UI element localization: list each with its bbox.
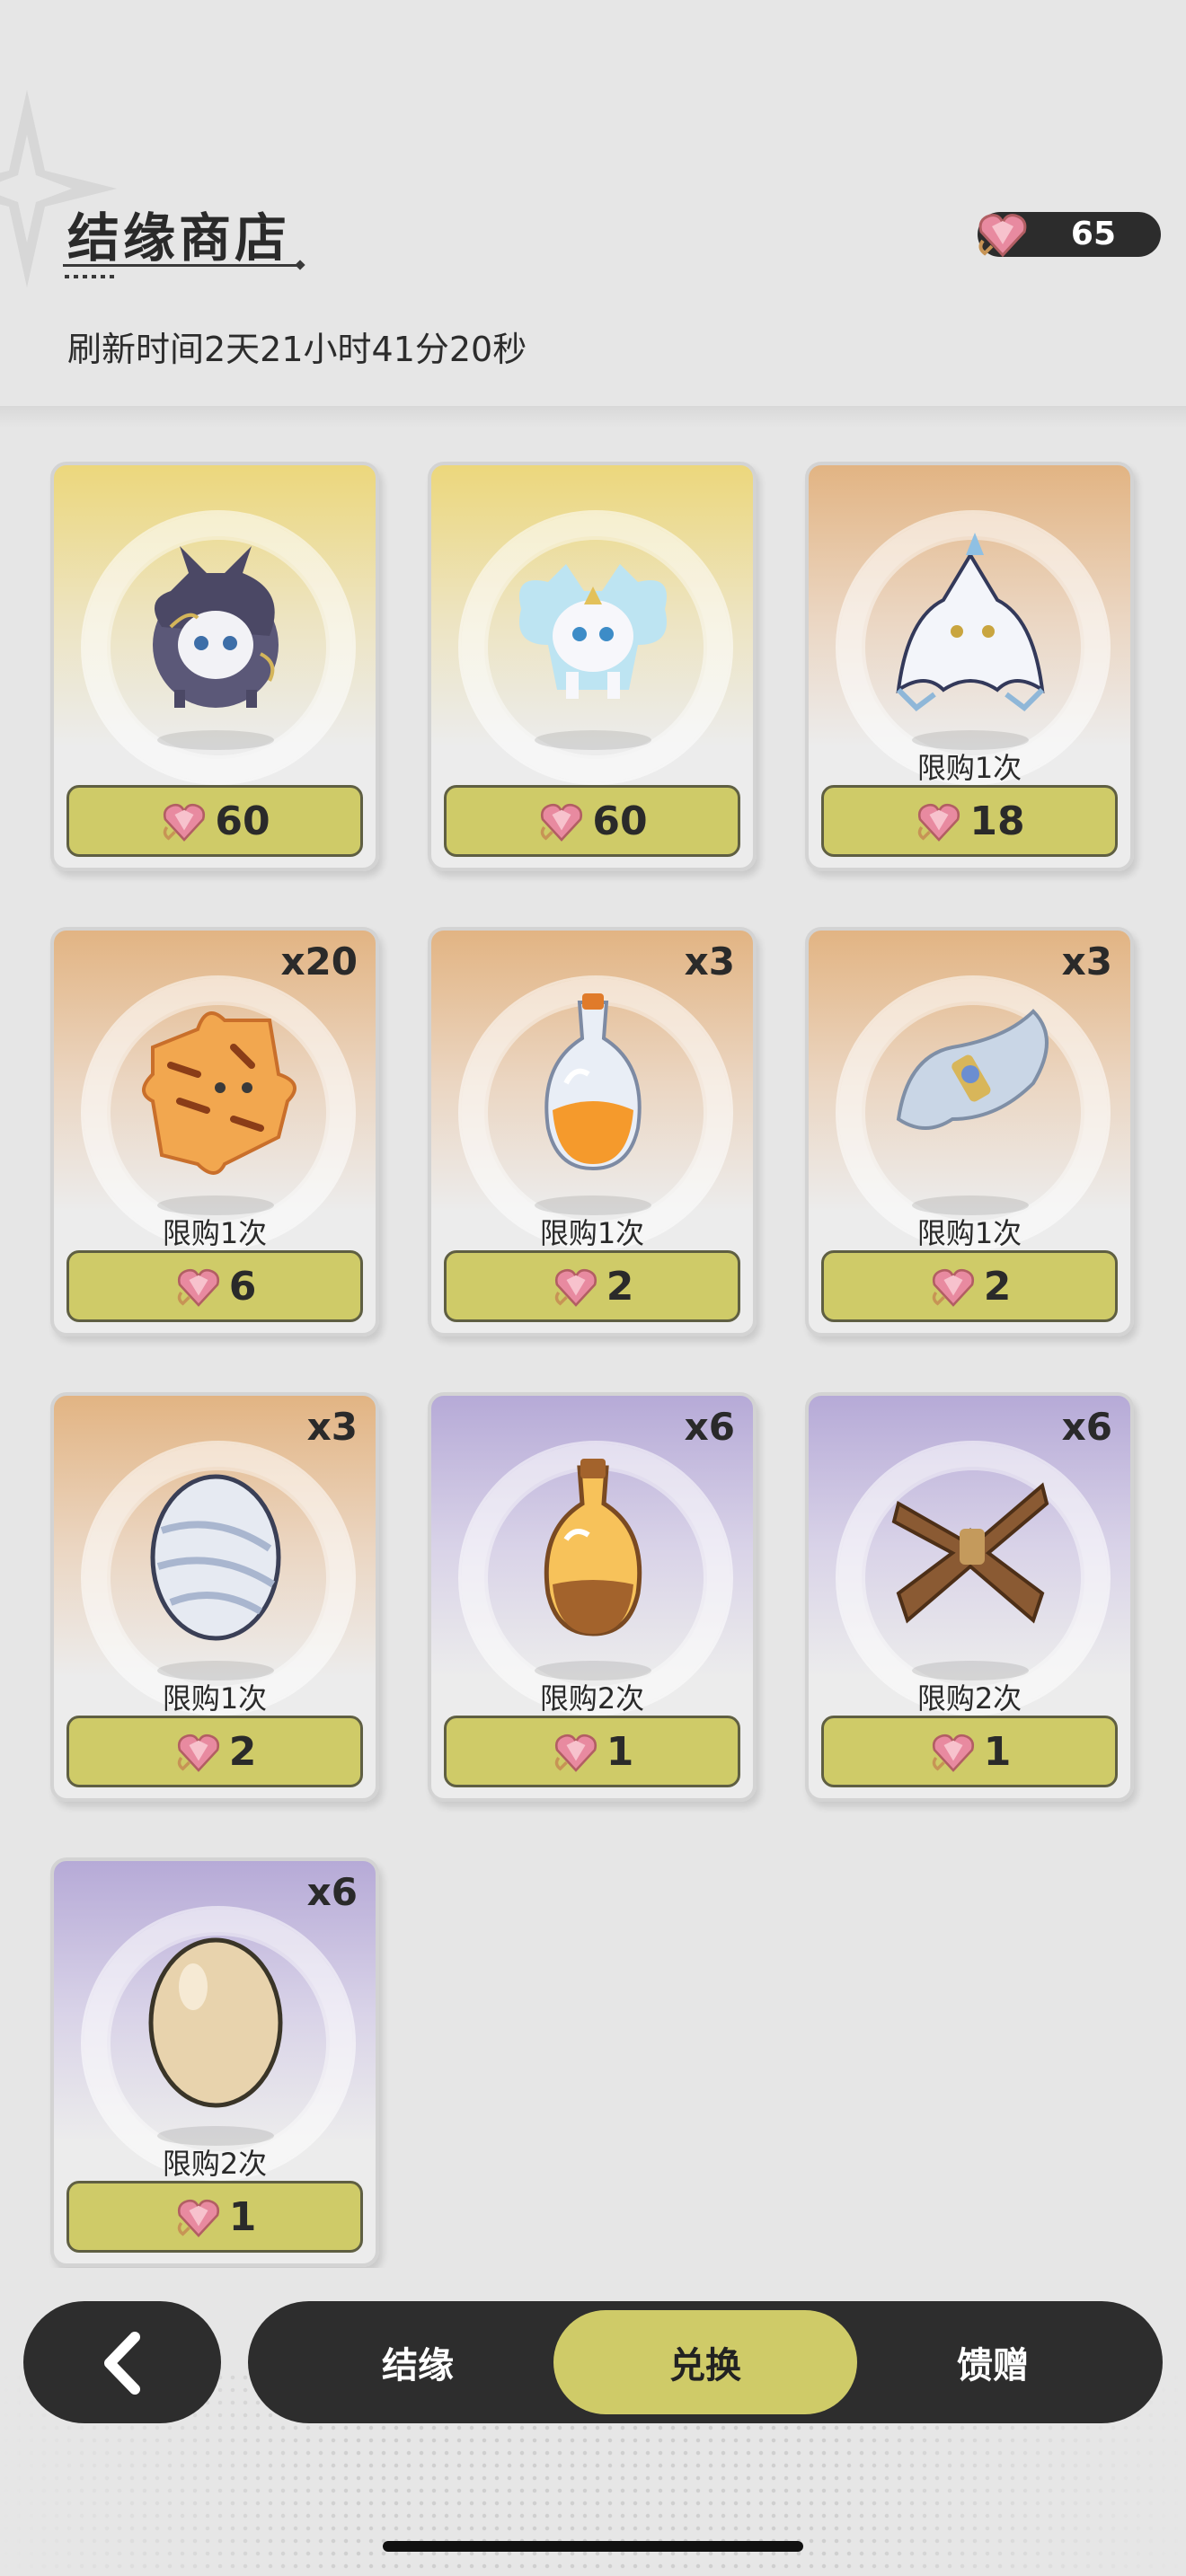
heart-gem-icon: [177, 1734, 219, 1772]
heart-gem-icon: [164, 803, 206, 842]
tab-gift[interactable]: 馈赠: [841, 2310, 1145, 2414]
shop-item-card[interactable]: 限购1次 18: [805, 462, 1134, 871]
shop-item-card[interactable]: x3 限购1次 2: [428, 927, 757, 1337]
orange-potion-bottle-icon: [544, 993, 642, 1171]
tab-label: 兑换: [669, 2345, 741, 2386]
plain-egg-icon: [148, 1937, 283, 2108]
tab-exchange[interactable]: 兑换: [553, 2310, 857, 2414]
shop-item-card[interactable]: x20 限购1次 6: [50, 927, 379, 1337]
silver-scroll-icon: [896, 1009, 1049, 1130]
buy-button[interactable]: 60: [66, 785, 363, 857]
item-price: 1: [983, 1728, 1012, 1775]
item-price: 2: [228, 1728, 257, 1775]
heart-gem-icon: [177, 1268, 219, 1307]
tab-label: 馈赠: [957, 2345, 1029, 2386]
heart-gem-icon: [554, 1734, 597, 1772]
buy-button[interactable]: 6: [66, 1250, 363, 1322]
item-quantity: x3: [306, 1405, 358, 1449]
tab-label: 结缘: [382, 2345, 454, 2386]
purchase-limit: 限购1次: [916, 751, 1022, 785]
buy-button[interactable]: 1: [66, 2181, 363, 2253]
heart-gem-icon: [978, 214, 1027, 258]
shop-item-card[interactable]: x6 限购2次 1: [805, 1392, 1134, 1802]
item-price: 18: [969, 798, 1025, 844]
item-price: 1: [228, 2193, 257, 2240]
shop-item-card[interactable]: x3 限购1次 2: [805, 927, 1134, 1337]
bronze-potion-bottle-icon: [544, 1459, 642, 1636]
heart-gem-icon: [932, 1734, 974, 1772]
item-price: 60: [592, 798, 648, 844]
title-underline: [63, 264, 298, 267]
bottom-tab-bar: 结缘 兑换 馈赠: [248, 2301, 1163, 2423]
buy-button[interactable]: 2: [66, 1716, 363, 1787]
shop-item-card[interactable]: x3 限购1次 2: [50, 1392, 379, 1802]
currency-amount: 65: [1070, 216, 1116, 252]
title-dots: [65, 275, 119, 278]
home-indicator[interactable]: [383, 2541, 803, 2552]
chevron-left-icon: [104, 2332, 140, 2395]
item-price: 2: [983, 1263, 1012, 1310]
item-quantity: x6: [684, 1405, 735, 1449]
heart-gem-icon: [918, 803, 960, 842]
page-title: 结缘商店: [67, 207, 291, 269]
purchase-limit: 限购1次: [162, 1216, 268, 1250]
silver-egg-icon: [150, 1474, 281, 1641]
item-quantity: x20: [280, 940, 358, 984]
heart-gem-icon: [177, 2199, 219, 2237]
tab-bond[interactable]: 结缘: [266, 2310, 570, 2414]
purchase-limit: 限购1次: [539, 1216, 645, 1250]
shop-item-card[interactable]: 60: [428, 462, 757, 871]
heart-gem-icon: [554, 1268, 597, 1307]
item-quantity: x6: [1061, 1405, 1112, 1449]
item-price: 60: [215, 798, 270, 844]
refresh-timer: 刷新时间2天21小时41分20秒: [67, 330, 527, 369]
back-button[interactable]: [23, 2301, 221, 2423]
purchase-limit: 限购1次: [916, 1216, 1022, 1250]
purchase-limit: 限购2次: [162, 2147, 268, 2181]
dark-spirit-creature-icon: [153, 546, 279, 708]
header-divider: [0, 406, 1186, 428]
item-quantity: x6: [306, 1870, 358, 1914]
purchase-limit: 限购2次: [539, 1681, 645, 1716]
currency-counter: 65: [978, 212, 1161, 258]
purchase-limit: 限购2次: [916, 1681, 1022, 1716]
buy-button[interactable]: 1: [444, 1716, 740, 1787]
tiger-puzzle-piece-icon: [142, 1011, 296, 1175]
white-spirit-creature-icon: [519, 564, 667, 699]
heart-gem-icon: [541, 803, 583, 842]
buy-button[interactable]: 2: [444, 1250, 740, 1322]
heart-gem-icon: [932, 1268, 974, 1307]
shop-item-card[interactable]: x6 限购2次 1: [428, 1392, 757, 1802]
item-price: 6: [228, 1263, 257, 1310]
item-price: 1: [606, 1728, 634, 1775]
buy-button[interactable]: 18: [821, 785, 1118, 857]
buy-button[interactable]: 60: [444, 785, 740, 857]
brown-bundle-icon: [891, 1482, 1049, 1624]
buy-button[interactable]: 2: [821, 1250, 1118, 1322]
shop-item-card[interactable]: x6 限购2次 1: [50, 1857, 379, 2267]
buy-button[interactable]: 1: [821, 1716, 1118, 1787]
item-quantity: x3: [1061, 940, 1112, 984]
purchase-limit: 限购1次: [162, 1681, 268, 1716]
white-cloak-creature-icon: [896, 533, 1045, 711]
item-quantity: x3: [684, 940, 735, 984]
shop-item-card[interactable]: 60: [50, 462, 379, 871]
item-price: 2: [606, 1263, 634, 1310]
